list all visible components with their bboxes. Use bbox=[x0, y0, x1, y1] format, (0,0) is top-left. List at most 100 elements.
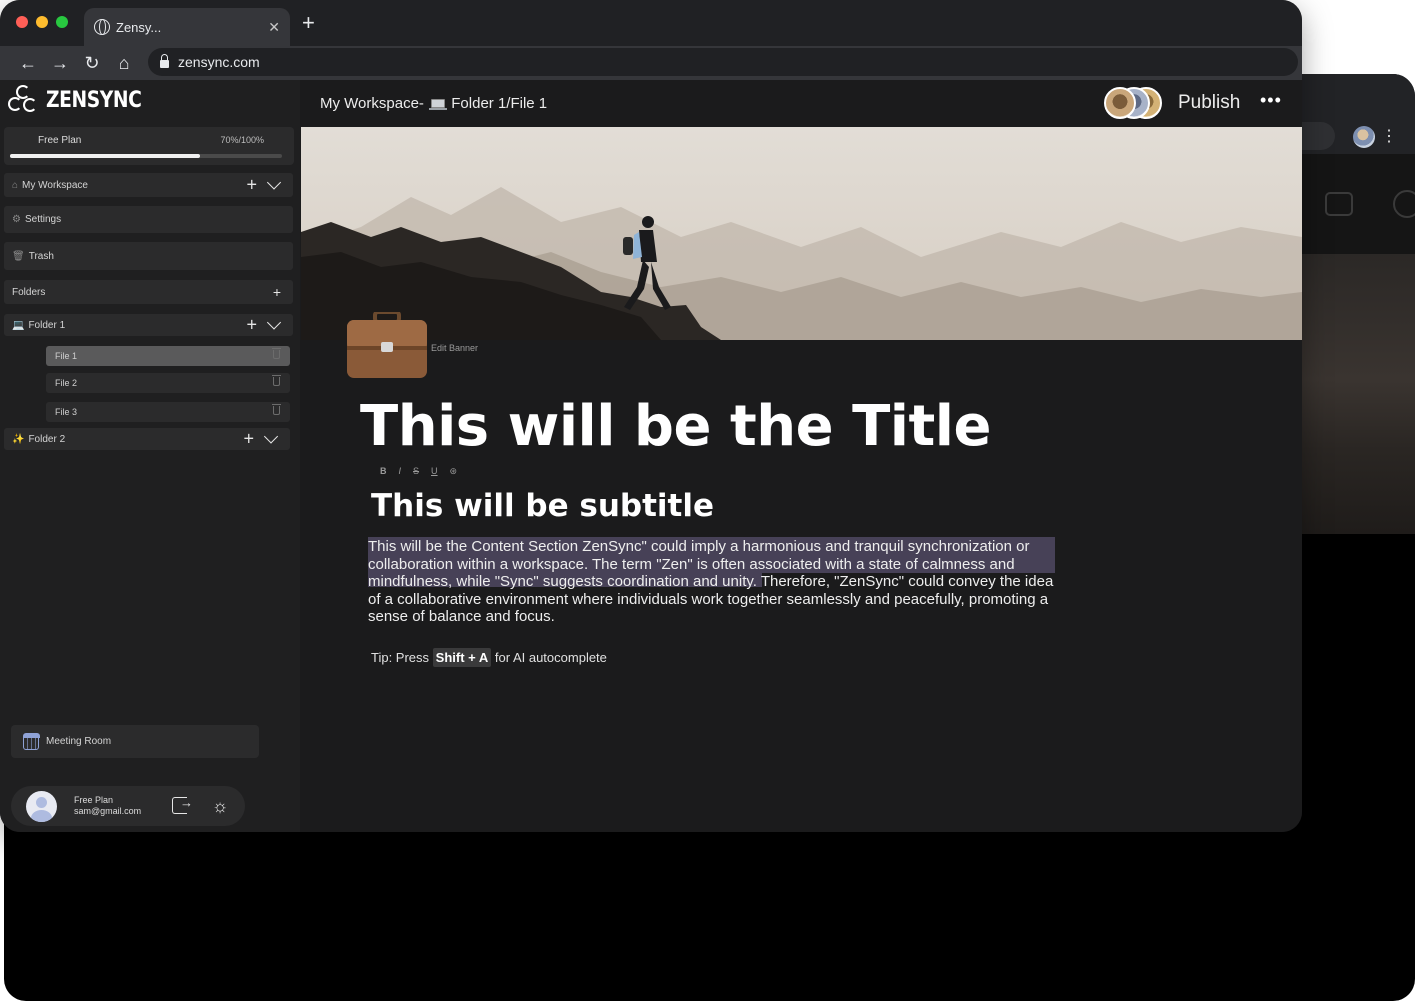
document-subtitle[interactable]: This will be subtitle bbox=[371, 488, 714, 524]
chevron-down-icon[interactable] bbox=[266, 175, 282, 190]
folder-label: Folder 2 bbox=[28, 433, 66, 445]
sidebar-item-file-2[interactable]: File 2 bbox=[46, 373, 290, 393]
user-email: sam@gmail.com bbox=[74, 806, 142, 816]
publish-button[interactable]: Publish bbox=[1178, 92, 1240, 114]
sparkles-icon: ✨ bbox=[12, 433, 25, 445]
add-icon[interactable]: + bbox=[246, 315, 257, 336]
sidebar-item-file-1[interactable]: File 1 bbox=[46, 346, 290, 366]
add-icon[interactable]: + bbox=[243, 429, 254, 450]
background-banner bbox=[1302, 254, 1415, 534]
sidebar-item-file-3[interactable]: File 3 bbox=[46, 402, 290, 422]
tab-title: Zensy... bbox=[116, 19, 162, 35]
breadcrumb-path[interactable]: Folder 1/File 1 bbox=[451, 95, 547, 112]
address-bar[interactable]: zensync.com bbox=[148, 48, 1298, 76]
maximize-window-button[interactable] bbox=[56, 16, 68, 28]
breadcrumb: My Workspace- Folder 1/File 1 bbox=[320, 95, 547, 112]
plan-progress-fill bbox=[10, 154, 201, 158]
bold-icon[interactable]: B bbox=[380, 466, 387, 477]
new-tab-button[interactable]: + bbox=[302, 12, 315, 34]
lock-icon bbox=[160, 54, 169, 68]
editor-header: My Workspace- Folder 1/File 1 Publish ••… bbox=[300, 80, 1302, 127]
tip-suffix: for AI autocomplete bbox=[494, 650, 607, 665]
plan-usage: 70%/100% bbox=[220, 135, 264, 145]
strikethrough-icon[interactable]: S bbox=[413, 466, 419, 477]
folders-header: Folders + bbox=[4, 280, 293, 304]
sidebar-item-my-workspace[interactable]: ⌂ My Workspace + bbox=[4, 173, 293, 197]
close-window-button[interactable] bbox=[16, 16, 28, 28]
profile-avatar[interactable] bbox=[1353, 126, 1375, 148]
user-card: Free Plan sam@gmail.com ☼ bbox=[11, 786, 245, 826]
file-label: File 2 bbox=[55, 378, 78, 388]
more-options-icon[interactable]: ••• bbox=[1260, 90, 1282, 111]
meeting-room-label: Meeting Room bbox=[46, 736, 112, 747]
trash-icon[interactable] bbox=[272, 348, 281, 359]
add-icon[interactable]: + bbox=[246, 175, 257, 196]
browser-menu-icon[interactable]: ⋮ bbox=[1381, 126, 1397, 148]
reload-icon[interactable]: ↻ bbox=[80, 51, 104, 75]
italic-icon[interactable]: I bbox=[399, 466, 402, 477]
add-folder-icon[interactable]: + bbox=[273, 284, 281, 300]
forward-arrow-icon[interactable]: → bbox=[48, 51, 72, 75]
format-toolbar: B I S U ⊛ bbox=[380, 466, 457, 477]
sidebar-item-label: Settings bbox=[24, 214, 62, 225]
underline-icon[interactable]: U bbox=[431, 466, 438, 477]
ai-tip: Tip: Press Shift + A for AI autocomplete bbox=[371, 648, 607, 667]
sidebar-item-trash[interactable]: 🗑 Trash bbox=[4, 242, 293, 270]
breadcrumb-workspace[interactable]: My Workspace- bbox=[320, 95, 424, 112]
file-label: File 3 bbox=[55, 407, 78, 417]
trash-icon[interactable] bbox=[272, 404, 281, 415]
home-icon[interactable]: ⌂ bbox=[112, 51, 136, 75]
banner-image[interactable] bbox=[301, 127, 1302, 340]
meeting-room-button[interactable]: Meeting Room bbox=[11, 725, 259, 758]
browser-window: Zensy... ✕ + ← → ↻ ⌂ zensync.com ZENSYNC bbox=[0, 0, 1302, 832]
sun-icon[interactable]: ☼ bbox=[210, 796, 230, 816]
clock-icon[interactable] bbox=[1393, 190, 1415, 218]
close-tab-icon[interactable]: ✕ bbox=[268, 19, 280, 36]
laptop-icon bbox=[429, 99, 448, 110]
mountain-hiker-illustration bbox=[301, 127, 1302, 340]
logo-icon bbox=[6, 83, 40, 117]
avatar[interactable] bbox=[26, 791, 57, 822]
url-text: zensync.com bbox=[178, 54, 260, 70]
sidebar-item-label: Trash bbox=[28, 250, 54, 262]
calendar-icon bbox=[22, 733, 40, 750]
trash-icon[interactable] bbox=[272, 375, 281, 386]
app-logo[interactable]: ZENSYNC bbox=[6, 83, 158, 117]
sidebar-item-settings[interactable]: ⚙ Settings bbox=[4, 206, 293, 233]
browser-tab[interactable]: Zensy... ✕ bbox=[84, 8, 290, 46]
logout-icon[interactable] bbox=[172, 795, 193, 814]
chevron-down-icon[interactable] bbox=[266, 315, 282, 330]
chevron-down-icon[interactable] bbox=[263, 429, 279, 444]
document-content[interactable]: This will be the Content Section ZenSync… bbox=[368, 538, 1058, 626]
briefcase-icon[interactable] bbox=[347, 312, 427, 378]
tab-bar: Zensy... ✕ + bbox=[0, 0, 1302, 46]
document-title[interactable]: This will be the Title bbox=[360, 394, 991, 459]
user-plan: Free Plan bbox=[74, 795, 114, 805]
chat-icon[interactable] bbox=[1325, 192, 1353, 216]
plan-label: Free Plan bbox=[38, 135, 82, 146]
folder-label: Folder 1 bbox=[28, 319, 66, 331]
trash-icon: 🗑 bbox=[12, 250, 25, 262]
minimize-window-button[interactable] bbox=[36, 16, 48, 28]
file-label: File 1 bbox=[55, 351, 78, 361]
folders-header-label: Folders bbox=[12, 286, 46, 298]
plan-progress-bar bbox=[10, 154, 282, 158]
gear-icon: ⚙ bbox=[12, 214, 21, 225]
back-arrow-icon[interactable]: ← bbox=[16, 51, 40, 75]
app-root: ZENSYNC Free Plan 70%/100% ⌂ My Workspac… bbox=[0, 80, 1302, 832]
edit-banner-link[interactable]: Edit Banner bbox=[431, 343, 478, 353]
sidebar: ZENSYNC Free Plan 70%/100% ⌂ My Workspac… bbox=[0, 80, 300, 832]
sidebar-item-folder-1[interactable]: 💻 Folder 1 + bbox=[4, 314, 293, 336]
sidebar-item-folder-2[interactable]: ✨ Folder 2 + bbox=[4, 428, 290, 450]
plan-usage-card: Free Plan 70%/100% bbox=[4, 127, 294, 165]
main-editor: My Workspace- Folder 1/File 1 Publish ••… bbox=[300, 80, 1302, 832]
tip-prefix: Tip: Press bbox=[371, 650, 430, 665]
link-icon[interactable]: ⊛ bbox=[450, 466, 458, 477]
collaborator-avatars[interactable] bbox=[1104, 87, 1164, 121]
avatar[interactable] bbox=[1104, 87, 1136, 119]
laptop-icon: 💻 bbox=[12, 319, 25, 331]
shortcut-key: Shift + A bbox=[432, 648, 492, 667]
home-icon: ⌂ bbox=[12, 179, 19, 191]
sidebar-item-label: My Workspace bbox=[22, 179, 88, 191]
globe-icon bbox=[94, 19, 110, 35]
